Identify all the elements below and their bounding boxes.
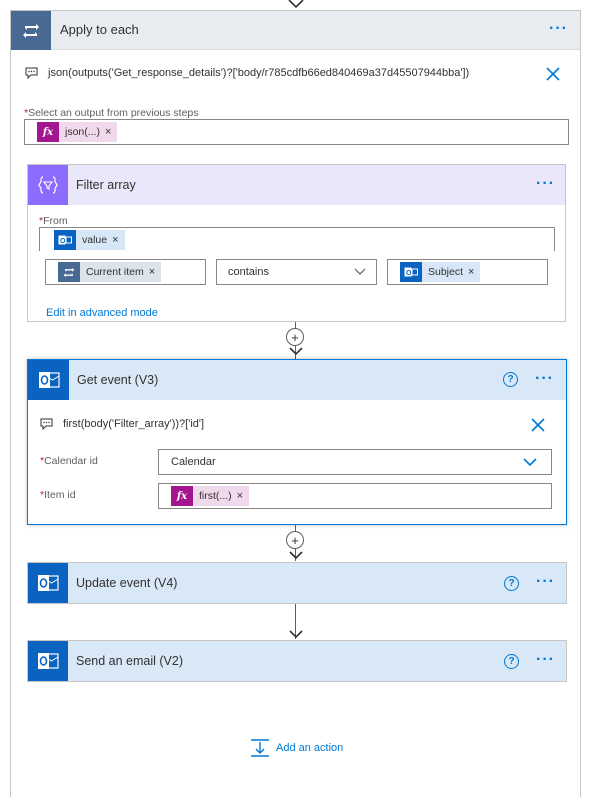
svg-text:O: O — [60, 238, 66, 245]
send-email-more-menu[interactable]: ··· — [536, 651, 555, 669]
apply-to-each-header[interactable]: Apply to each ··· — [11, 11, 580, 50]
filter-array-header[interactable]: Filter array ··· — [28, 165, 565, 205]
apply-comment-text: json(outputs('Get_response_details')?['b… — [48, 67, 470, 79]
calendar-id-value: Calendar — [171, 456, 216, 468]
value-token[interactable]: O value × — [54, 230, 125, 250]
get-event-more-menu[interactable]: ··· — [535, 370, 554, 388]
edit-advanced-mode-link[interactable]: Edit in advanced mode — [46, 307, 158, 319]
svg-text:O: O — [406, 270, 412, 277]
select-output-input[interactable]: fx json(...) × — [24, 119, 569, 145]
remove-token-button[interactable]: × — [149, 266, 161, 278]
item-id-input[interactable]: fx first(...) × — [158, 483, 552, 509]
chevron-down-icon — [523, 458, 537, 467]
loop-icon — [11, 11, 51, 50]
calendar-id-label: *Calendar id — [40, 455, 98, 467]
first-expression-token[interactable]: fx first(...) × — [171, 486, 250, 506]
send-email-title: Send an email (V2) — [76, 654, 184, 668]
get-event-header[interactable]: Get event (V3) ? ··· — [28, 360, 566, 400]
update-event-header[interactable]: Update event (V4) ? ··· — [28, 563, 566, 603]
update-event-more-menu[interactable]: ··· — [536, 573, 555, 591]
send-email-card[interactable]: Send an email (V2) ? ··· — [27, 640, 567, 682]
filter-array-card[interactable]: Filter array ··· *From O value × Current… — [27, 164, 566, 322]
calendar-id-dropdown[interactable]: Calendar — [158, 449, 552, 475]
fx-icon: fx — [171, 486, 193, 506]
flow-designer-canvas: Apply to each ··· json(outputs('Get_resp… — [0, 0, 591, 797]
arrow-down-icon — [289, 551, 303, 560]
apply-to-each-more-menu[interactable]: ··· — [549, 20, 568, 38]
from-label: *From — [39, 215, 68, 227]
fx-icon: fx — [37, 122, 59, 142]
insert-step-button[interactable]: + — [286, 328, 304, 346]
comment-icon — [25, 67, 38, 79]
outlook-icon — [28, 360, 69, 400]
from-input[interactable]: O value × — [39, 227, 555, 251]
condition-right-operand[interactable]: O Subject × — [387, 259, 548, 285]
add-action-label: Add an action — [276, 742, 344, 754]
arrow-down-icon — [289, 347, 303, 356]
get-event-comment-text: first(body('Filter_array'))?['id'] — [63, 418, 205, 430]
item-id-label: *Item id — [40, 489, 76, 501]
apply-comment-row: json(outputs('Get_response_details')?['b… — [25, 67, 469, 79]
remove-token-button[interactable]: × — [112, 234, 124, 246]
get-event-card[interactable]: Get event (V3) ? ··· first(body('Filter_… — [27, 359, 567, 525]
close-comment-icon[interactable] — [531, 418, 545, 432]
select-output-label: *Select an output from previous steps — [24, 107, 199, 119]
comment-icon — [40, 418, 53, 430]
json-expression-token[interactable]: fx json(...) × — [37, 122, 118, 142]
outlook-icon: O — [54, 230, 76, 250]
operator-dropdown[interactable]: contains — [216, 259, 377, 285]
get-event-title: Get event (V3) — [77, 373, 159, 387]
subject-token[interactable]: O Subject × — [400, 262, 481, 282]
filter-array-title: Filter array — [76, 178, 136, 192]
insert-step-button[interactable]: + — [286, 531, 304, 549]
incoming-arrow-icon — [288, 0, 304, 9]
update-event-title: Update event (V4) — [76, 576, 178, 590]
apply-to-each-card[interactable]: Apply to each ··· json(outputs('Get_resp… — [10, 10, 581, 797]
get-event-comment-row: first(body('Filter_array'))?['id'] — [40, 418, 204, 430]
outlook-icon: O — [400, 262, 422, 282]
apply-to-each-title: Apply to each — [60, 22, 139, 37]
add-action-button[interactable]: Add an action — [250, 739, 343, 757]
send-email-header[interactable]: Send an email (V2) ? ··· — [28, 641, 566, 681]
arrow-down-icon — [289, 630, 303, 639]
help-icon[interactable]: ? — [504, 576, 519, 591]
update-event-card[interactable]: Update event (V4) ? ··· — [27, 562, 567, 604]
outlook-icon — [28, 641, 68, 681]
remove-token-button[interactable]: × — [468, 266, 480, 278]
remove-token-button[interactable]: × — [105, 126, 117, 138]
add-action-icon — [251, 739, 269, 757]
help-icon[interactable]: ? — [503, 372, 518, 387]
outlook-icon — [28, 563, 68, 603]
operator-value: contains — [228, 266, 269, 278]
loop-icon — [58, 262, 80, 282]
current-item-token[interactable]: Current item × — [58, 262, 162, 282]
remove-token-button[interactable]: × — [237, 490, 249, 502]
chevron-down-icon — [354, 268, 366, 275]
help-icon[interactable]: ? — [504, 654, 519, 669]
close-comment-icon[interactable] — [546, 67, 560, 81]
filter-array-more-menu[interactable]: ··· — [536, 175, 555, 193]
filter-array-icon — [28, 165, 68, 205]
condition-left-operand[interactable]: Current item × — [45, 259, 206, 285]
